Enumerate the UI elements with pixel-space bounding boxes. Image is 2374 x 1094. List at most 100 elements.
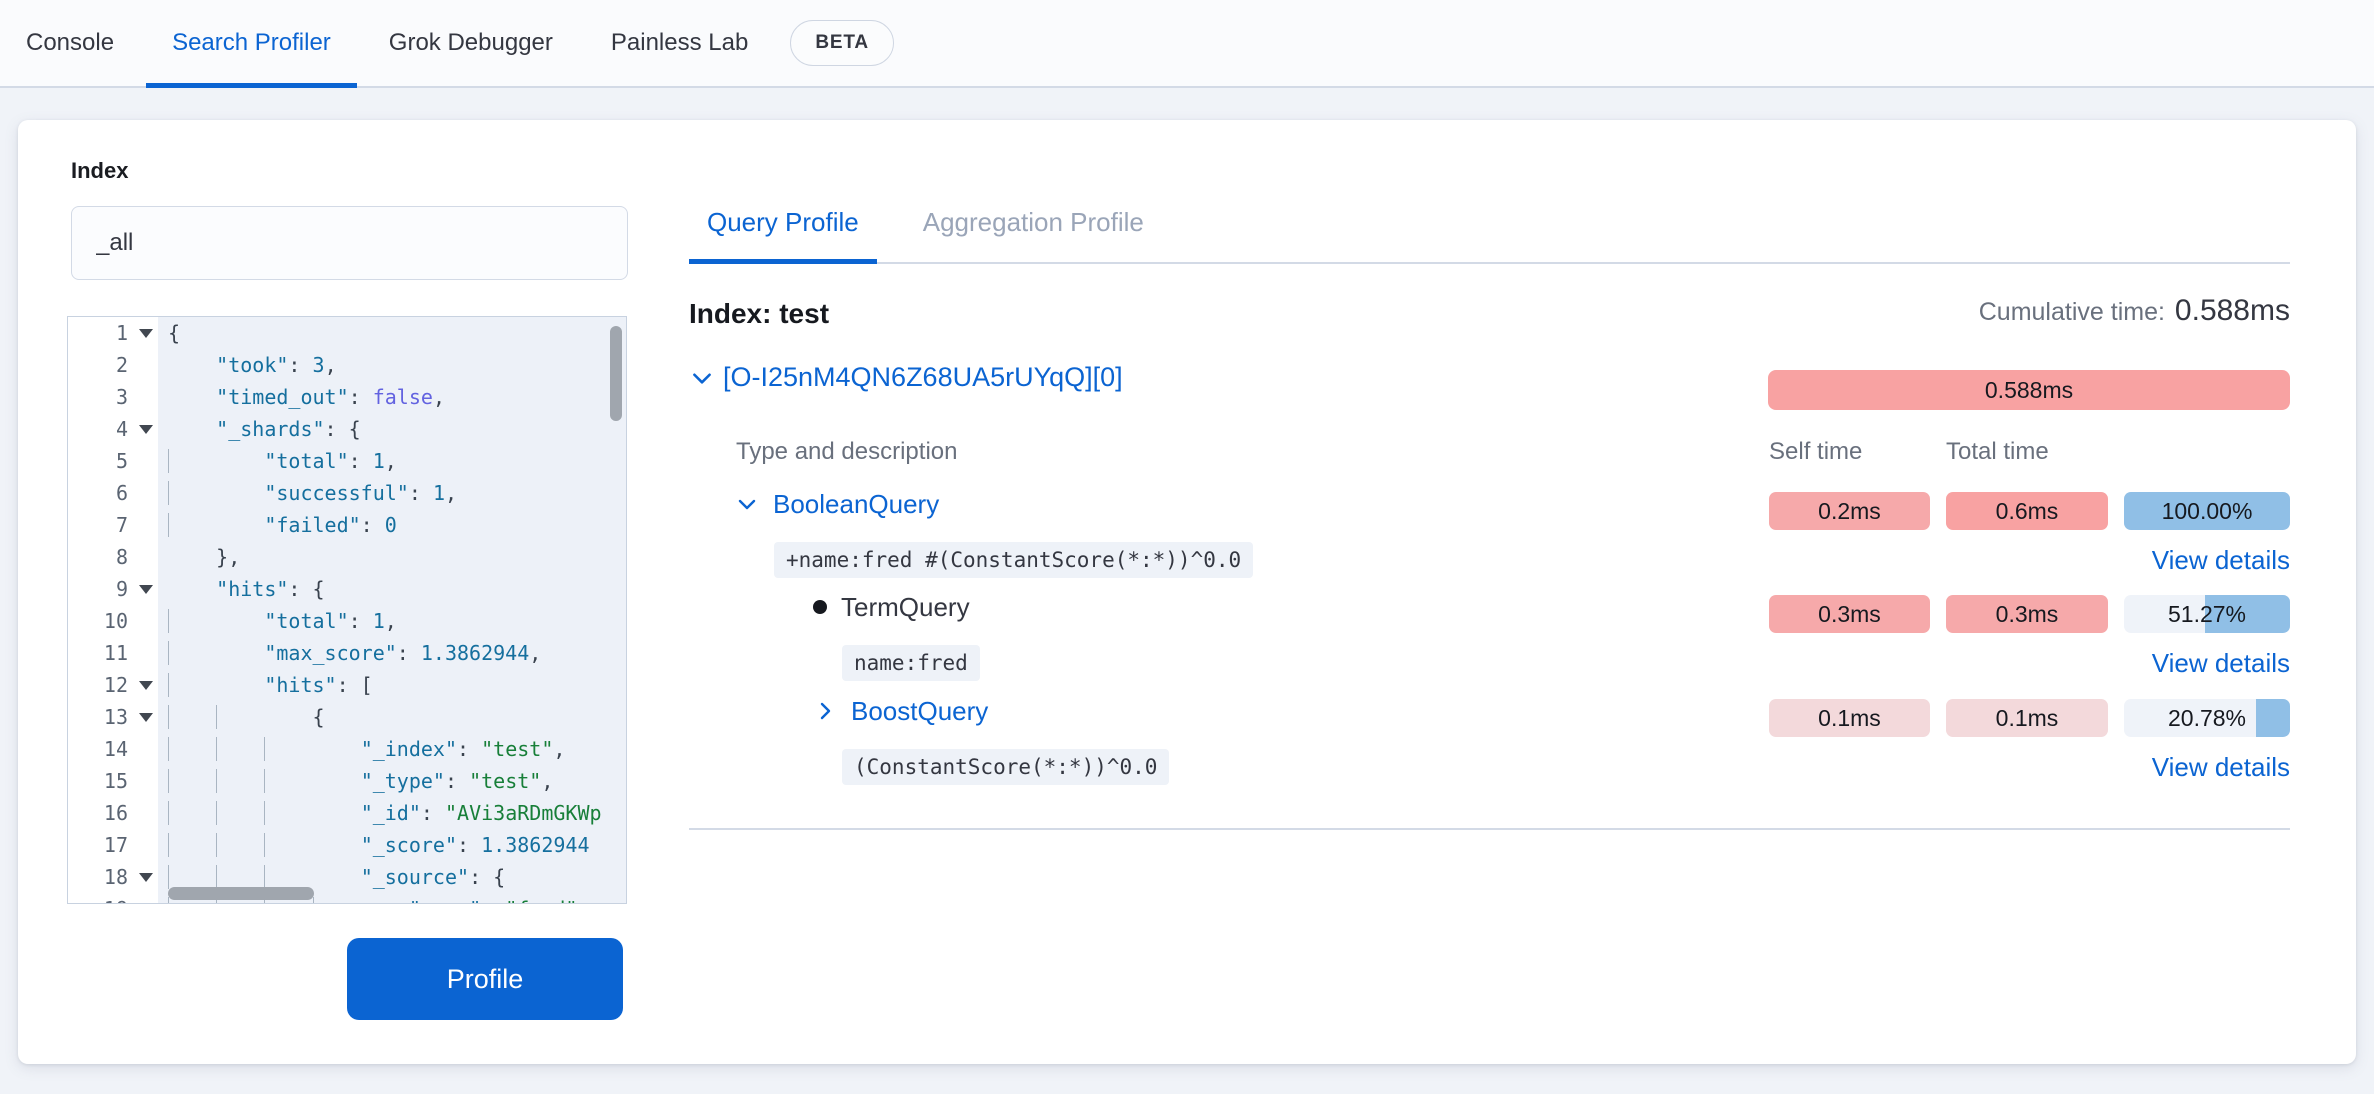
top-tab-label: Grok Debugger — [389, 29, 553, 57]
editor-gutter: 15 — [68, 765, 158, 797]
editor-line-number: 4 — [68, 413, 134, 445]
query-name: TermQuery — [841, 592, 970, 623]
editor-line: 16 "_id": "AVi3aRDmGKWp — [68, 797, 626, 829]
tab-aggregation-profile[interactable]: Aggregation Profile — [905, 182, 1162, 262]
editor-gutter: 2 — [68, 349, 158, 381]
editor-code-text: "_score": 1.3862944 — [158, 829, 589, 861]
editor-line: 15 "_type": "test", — [68, 765, 626, 797]
editor-line: 5 "total": 1, — [68, 445, 626, 477]
profile-row-boostquery: BoostQuery0.1ms0.1ms20.78%(ConstantScore… — [689, 689, 2290, 789]
self-time-badge: 0.3ms — [1769, 595, 1930, 633]
editor-line-number: 19 — [68, 893, 134, 904]
index-title-row: Index: test Cumulative time: 0.588ms — [689, 294, 2290, 342]
query-name[interactable]: BoostQuery — [851, 696, 988, 727]
tab-query-profile[interactable]: Query Profile — [689, 182, 877, 262]
fold-toggle-icon[interactable] — [134, 713, 158, 722]
devtools-tab-bar: Console Search Profiler Grok Debugger Painl… — [0, 0, 2374, 88]
editor-code-text: { — [158, 701, 325, 733]
profile-button[interactable]: Profile — [347, 938, 623, 1020]
percent-label: 20.78% — [2168, 705, 2246, 732]
top-tab-painless-lab[interactable]: Painless Lab — [585, 0, 774, 86]
editor-line: 10 "total": 1, — [68, 605, 626, 637]
editor-vertical-scrollbar[interactable] — [610, 326, 622, 421]
editor-code-text: "_id": "AVi3aRDmGKWp — [158, 797, 602, 829]
total-time-badge: 0.6ms — [1946, 492, 2108, 530]
editor-line-number: 18 — [68, 861, 134, 893]
editor-line: 1{ — [68, 317, 626, 349]
percent-label: 51.27% — [2168, 601, 2246, 628]
query-lucene-chip: (ConstantScore(*:*))^0.0 — [842, 749, 1169, 785]
fold-toggle-icon[interactable] — [134, 873, 158, 882]
editor-line-number: 6 — [68, 477, 134, 509]
view-details-link[interactable]: View details — [2152, 641, 2290, 685]
editor-code-text: "hits": { — [158, 573, 325, 605]
editor-line-number: 17 — [68, 829, 134, 861]
top-tab-console[interactable]: Console — [0, 0, 140, 86]
query-json-editor[interactable]: 1{2 "took": 3,3 "timed_out": false,4 "_s… — [67, 316, 627, 904]
editor-line: 7 "failed": 0 — [68, 509, 626, 541]
top-tab-grok-debugger[interactable]: Grok Debugger — [363, 0, 579, 86]
query-name[interactable]: BooleanQuery — [773, 489, 939, 520]
editor-code-text: "timed_out": false, — [158, 381, 445, 413]
editor-code-text: "took": 3, — [158, 349, 337, 381]
editor-line: 12 "hits": [ — [68, 669, 626, 701]
top-tab-label: Painless Lab — [611, 29, 748, 57]
editor-gutter: 1 — [68, 317, 158, 349]
view-details-link[interactable]: View details — [2152, 538, 2290, 582]
editor-code-text: "max_score": 1.3862944, — [158, 637, 541, 669]
editor-line: 9 "hits": { — [68, 573, 626, 605]
editor-line-number: 10 — [68, 605, 134, 637]
editor-code-text: "hits": [ — [158, 669, 373, 701]
editor-horizontal-scrollbar[interactable] — [168, 887, 314, 900]
chevron-down-icon[interactable] — [735, 492, 759, 516]
editor-line-number: 12 — [68, 669, 134, 701]
cumulative-time: Cumulative time: 0.588ms — [1979, 294, 2290, 328]
editor-code-text: "_shards": { — [158, 413, 361, 445]
profile-row-termquery: TermQuery 0.3ms 0.3ms 51.27% name:fred View d… — [689, 585, 2290, 685]
editor-gutter: 3 — [68, 381, 158, 413]
editor-gutter: 4 — [68, 413, 158, 445]
query-lucene-chip: name:fred — [842, 645, 980, 681]
shard-time-badge: 0.588ms — [1768, 370, 2290, 410]
shard-id: [O-I25nM4QN6Z68UA5rUYqQ][0] — [723, 362, 1123, 393]
chevron-right-icon[interactable] — [813, 699, 837, 723]
percent-badge: 20.78% — [2124, 699, 2290, 737]
query-description-line: name:fred — [689, 641, 2290, 685]
top-tab-search-profiler[interactable]: Search Profiler — [146, 0, 357, 86]
index-input[interactable] — [71, 206, 628, 280]
profile-row-booleanquery: BooleanQuery0.2ms0.6ms100.00%+name:fred … — [689, 482, 2290, 582]
fold-toggle-icon[interactable] — [134, 329, 158, 338]
top-tab-label: Search Profiler — [172, 29, 331, 57]
editor-line-number: 1 — [68, 317, 134, 349]
editor-line-number: 8 — [68, 541, 134, 573]
fold-toggle-icon[interactable] — [134, 585, 158, 594]
profile-results: Query Profile Aggregation Profile Index: … — [689, 182, 2290, 1002]
editor-gutter: 7 — [68, 509, 158, 541]
fold-toggle-icon[interactable] — [134, 681, 158, 690]
view-details-link[interactable]: View details — [2152, 745, 2290, 789]
col-self-header: Self time — [1769, 438, 1862, 466]
top-tab-label: Console — [26, 29, 114, 57]
self-time-badge: 0.1ms — [1769, 699, 1930, 737]
section-divider — [689, 828, 2290, 830]
editor-gutter: 14 — [68, 733, 158, 765]
editor-gutter: 5 — [68, 445, 158, 477]
bullet-icon — [813, 600, 827, 614]
total-time-badge: 0.3ms — [1946, 595, 2108, 633]
editor-line: 2 "took": 3, — [68, 349, 626, 381]
index-title: Index: test — [689, 298, 829, 330]
editor-line: 6 "successful": 1, — [68, 477, 626, 509]
editor-gutter: 12 — [68, 669, 158, 701]
editor-code-text: "total": 1, — [158, 605, 397, 637]
index-field-label: Index — [71, 158, 128, 184]
shard-row: [O-I25nM4QN6Z68UA5rUYqQ][0] 0.588ms — [689, 362, 2290, 406]
cumulative-time-value: 0.588ms — [2175, 294, 2290, 328]
editor-line: 8 }, — [68, 541, 626, 573]
table-headers: Type and description Self time Total tim… — [689, 438, 2290, 470]
editor-gutter: 11 — [68, 637, 158, 669]
shard-expander-link[interactable]: [O-I25nM4QN6Z68UA5rUYqQ][0] — [689, 362, 1123, 393]
editor-line-number: 15 — [68, 765, 134, 797]
editor-gutter: 8 — [68, 541, 158, 573]
fold-toggle-icon[interactable] — [134, 425, 158, 434]
col-total-header: Total time — [1946, 438, 2049, 466]
